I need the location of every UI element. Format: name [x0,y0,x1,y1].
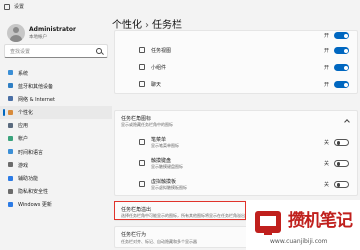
taskbar-item-label: 小组件 [151,65,167,71]
taskbar-item-row: 小组件 开 [115,60,357,75]
system-icon [8,70,13,75]
window-title: 设置 [14,4,25,10]
accessibility-icon [8,175,13,181]
sidebar-item[interactable]: 应用 [0,119,112,132]
corner-icon-description: 显示笔菜单图标 [151,143,179,148]
behaviors-title: 任务栏行为 [121,232,147,238]
corner-icon-label: 虚拟触摸板 [151,179,177,185]
toggle-state-label: 关 [323,161,329,167]
settings-app-icon [4,4,10,10]
chat-icon [139,81,145,87]
corner-icon-label: 笔菜单 [151,137,167,143]
apps-icon [8,122,13,128]
sidebar-item-label: 网络 & Internet [18,96,55,103]
search-input[interactable]: 查找设置 [4,44,108,58]
nav-list: 系统蓝牙和其他设备 网络 & Internet 个性化应用帐户时间和语言游戏辅助功能… [0,66,112,211]
virtual-touchpad-icon [139,181,145,187]
watermark-url: www.cuanjibiji.com [270,238,328,245]
task-view-icon [139,47,145,53]
windows-update-icon [8,201,13,207]
sidebar-item[interactable]: 蓝牙和其他设备 [0,79,112,92]
watermark-logo-icon [255,211,281,235]
bluetooth-icon [8,83,13,89]
toggle-state-label: 开 [323,65,329,71]
toggle-switch[interactable] [334,47,349,54]
sidebar-item[interactable]: 个性化 [0,105,112,119]
corner-icon-row: 触摸键盘 显示触摸键盘图标 关 [115,154,357,174]
sidebar-item[interactable]: 隐私和安全性 [0,185,112,198]
sidebar-item-label: 帐户 [18,136,29,143]
taskbar-item-label: 聊天 [151,82,162,88]
network-icon [8,96,13,102]
sidebar: Administrator 本地帐户 查找设置 系统蓝牙和其他设备 网络 & In… [0,14,112,250]
sidebar-item-label: 蓝牙和其他设备 [18,83,54,90]
corner-icons-card: 任务栏角图标 显示或隐藏任务栏角中的图标 笔菜单 显示笔菜单图标关触摸键盘 显示触摸… [114,110,358,196]
sidebar-item-label: 个性化 [18,110,34,117]
sidebar-item[interactable]: Windows 更新 [0,198,112,211]
corner-icons-header[interactable]: 任务栏角图标 显示或隐藏任务栏角中的图标 [115,111,357,131]
toggle-switch[interactable] [334,181,349,188]
sidebar-item-label: 应用 [18,123,29,130]
search-icon[interactable] [96,48,102,54]
sidebar-item[interactable]: 帐户 [0,132,112,145]
sidebar-item-label: 游戏 [18,162,29,169]
taskbar-item-row: 任务视图 开 [115,43,357,58]
corner-icon-row: 笔菜单 显示笔菜单图标 关 [115,133,357,153]
taskbar-items-card: 开 任务视图开小组件开聊天开 [114,30,358,94]
pen-menu-icon [139,139,145,145]
sidebar-item[interactable]: 辅助功能 [0,172,112,185]
privacy-icon [8,188,13,194]
title-bar: 设置 [0,0,360,14]
toggle-state-label: 开 [323,48,329,54]
corner-icon-label: 触摸键盘 [151,158,172,164]
sidebar-item-label: Windows 更新 [18,202,52,209]
toggle-switch[interactable] [334,81,349,88]
sidebar-item[interactable]: 网络 & Internet [0,92,112,105]
highlight-box [114,201,246,220]
breadcrumb: 个性化 › 任务栏 [112,16,182,31]
sidebar-item[interactable]: 时间和语言 [0,145,112,158]
toggle-switch[interactable] [334,64,349,71]
widgets-icon [139,64,145,70]
corner-icons-title: 任务栏角图标 [121,116,152,122]
toggle-state-label: 开 [323,82,329,88]
time-language-icon [8,149,13,155]
toggle-switch[interactable] [334,160,349,167]
accounts-icon [8,135,13,141]
corner-icon-description: 显示触摸键盘图标 [151,164,183,169]
corner-icons-description: 显示或隐藏任务栏角中的图标 [121,122,173,127]
toggle-state-label: 开 [323,33,329,39]
corner-icon-row: 虚拟触摸板 显示虚拟触摸板图标 关 [115,175,357,195]
account-name: Administrator [29,26,76,33]
toggle-state-label: 关 [323,140,329,146]
watermark: 攒机笔记 www.cuanjibiji.com [246,200,360,250]
behaviors-description: 任务栏对齐、标记、自动隐藏和多个显示器 [121,239,197,244]
sidebar-item-label: 辅助功能 [18,176,39,182]
avatar[interactable] [7,24,25,42]
sidebar-item[interactable]: 游戏 [0,158,112,171]
chevron-up-icon[interactable] [344,119,350,125]
toggle-state-label: 关 [323,182,329,188]
sidebar-item[interactable]: 系统 [0,66,112,79]
account-type: 本地帐户 [29,35,47,40]
search-placeholder: 查找设置 [10,49,31,55]
sidebar-item-label: 隐私和安全性 [18,189,49,196]
taskbar-item-row: 聊天 开 [115,77,357,92]
watermark-text: 攒机笔记 [288,211,353,231]
toggle-switch[interactable] [334,32,349,39]
taskbar-item-row-partial: 开 [115,31,357,41]
corner-icon-description: 显示虚拟触摸板图标 [151,185,187,190]
gaming-icon [8,162,13,168]
sidebar-item-label: 时间和语言 [18,149,44,156]
sidebar-item-label: 系统 [18,70,29,77]
toggle-switch[interactable] [334,139,349,146]
taskbar-item-label: 任务视图 [151,48,172,54]
personalization-icon [8,109,13,115]
touch-keyboard-icon [139,160,145,166]
